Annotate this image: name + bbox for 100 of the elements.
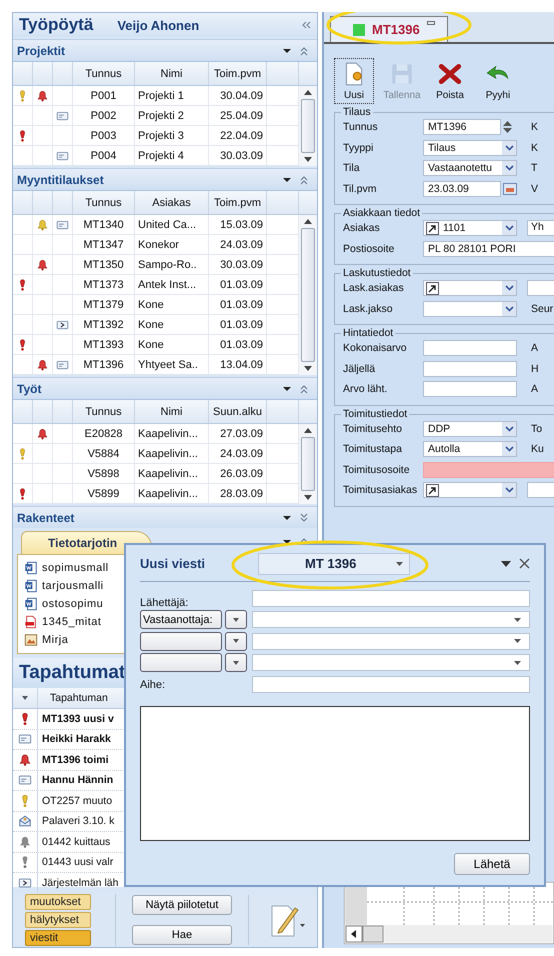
event-text[interactable]: MT1393 uusi v	[38, 712, 114, 725]
event-text[interactable]: Heikki Harakk	[38, 733, 111, 746]
scrollbar[interactable]	[299, 215, 317, 375]
column-header[interactable]: Asiakas	[152, 196, 191, 208]
dropdown-field[interactable]	[423, 280, 517, 296]
send-button[interactable]: Lähetä	[454, 852, 530, 875]
dropdown-button[interactable]	[502, 442, 516, 456]
dropdown-field[interactable]: Tilaus	[423, 140, 517, 156]
dropdown-button[interactable]	[502, 140, 516, 155]
recipient-field[interactable]	[252, 632, 530, 650]
link-icon[interactable]	[426, 282, 439, 295]
dropdown-field[interactable]: DDP	[423, 420, 517, 437]
dropdown-button[interactable]	[502, 422, 516, 436]
column-header[interactable]: Nimi	[160, 68, 182, 80]
file-name[interactable]: 1345_mitat	[42, 616, 102, 628]
link-icon[interactable]	[426, 484, 439, 497]
tray-tab[interactable]: Tietotarjotin	[21, 531, 152, 554]
dropdown-field[interactable]: Vastaanotettu	[423, 160, 517, 176]
dropdown-icon[interactable]	[283, 386, 291, 392]
event-text[interactable]: Järjestelmän läh	[38, 876, 118, 889]
input-field[interactable]	[423, 360, 517, 377]
input-field[interactable]: 23.03.09	[423, 180, 501, 197]
sort-icon[interactable]	[22, 696, 28, 700]
chevron-icon[interactable]	[299, 384, 309, 394]
event-text[interactable]: 01443 uusi valr	[38, 856, 114, 868]
dropdown-button[interactable]	[225, 632, 247, 651]
dropdown-button[interactable]	[502, 161, 516, 176]
sender-field[interactable]	[252, 590, 530, 607]
event-text[interactable]: Palaveri 3.10. k	[38, 815, 114, 828]
filter-tag[interactable]: muutokset	[25, 894, 91, 910]
dropdown-icon[interactable]	[283, 176, 291, 182]
calendar-icon[interactable]	[503, 182, 517, 195]
dropdown-button[interactable]	[225, 653, 247, 672]
dropdown-field[interactable]: Yh	[527, 220, 554, 236]
scroll-down-icon[interactable]	[304, 366, 312, 371]
input-field[interactable]: PL 80 28101 PORI	[423, 240, 554, 257]
message-body-field[interactable]	[140, 706, 530, 841]
dropdown-icon[interactable]	[283, 514, 291, 520]
file-name[interactable]: ostosopimu	[42, 598, 104, 610]
scroll-up-icon[interactable]	[304, 90, 312, 95]
event-text[interactable]: Hannu Hännin	[38, 774, 114, 786]
column-header[interactable]: Toim.pvm	[214, 196, 262, 208]
dropdown-button[interactable]	[502, 221, 516, 236]
subject-field[interactable]	[252, 676, 530, 694]
link-icon[interactable]	[426, 222, 439, 235]
scroll-up-icon[interactable]	[304, 219, 312, 224]
scrollbar[interactable]	[299, 424, 317, 504]
filter-tag[interactable]: hälytykset	[25, 912, 91, 928]
column-header[interactable]: Tunnus	[85, 406, 122, 418]
chevron-icon[interactable]	[299, 174, 309, 184]
event-text[interactable]: 01442 kuittaus	[38, 836, 110, 848]
record-dropdown[interactable]: MT 1396	[258, 552, 410, 575]
scroll-up-icon[interactable]	[304, 428, 312, 433]
column-header[interactable]: Tapahtuman	[38, 692, 108, 704]
dropdown-field[interactable]: 1101	[423, 220, 517, 236]
file-name[interactable]: sopimusmall	[42, 562, 109, 574]
delete-button[interactable]: Poista	[430, 58, 470, 104]
dropdown-field[interactable]: Autolla	[423, 441, 517, 458]
required-field[interactable]	[423, 462, 554, 478]
file-name[interactable]: tarjousmalli	[42, 580, 104, 592]
recipient-type-button[interactable]	[140, 653, 222, 672]
dropdown-button[interactable]	[502, 281, 516, 296]
spinner-icon[interactable]	[503, 120, 512, 134]
show-hidden-button[interactable]: Näytä piilotetut	[132, 895, 232, 915]
scroll-thumb[interactable]	[301, 437, 315, 491]
recipient-field[interactable]	[252, 611, 530, 628]
chevron-icon[interactable]	[299, 512, 309, 522]
recipient-field[interactable]	[252, 654, 530, 672]
dropdown-field[interactable]	[423, 482, 517, 498]
scroll-thumb[interactable]	[301, 99, 315, 153]
undo-button[interactable]: Pyyhi	[478, 58, 518, 104]
dropdown-button[interactable]	[502, 302, 516, 316]
event-text[interactable]: MT1396 toimi	[38, 754, 109, 766]
filter-tag[interactable]: viestit	[25, 930, 91, 946]
collapse-icon[interactable]	[301, 21, 311, 29]
column-header[interactable]: Suun.alku	[213, 406, 262, 418]
dropdown-icon[interactable]	[283, 48, 291, 54]
event-text[interactable]: OT2257 muuto	[38, 794, 112, 807]
scroll-down-icon[interactable]	[304, 157, 312, 162]
dropdown-button[interactable]	[502, 483, 516, 498]
scroll-down-icon[interactable]	[304, 495, 312, 500]
column-header[interactable]: Tunnus	[85, 68, 122, 80]
input-field[interactable]: MT1396	[423, 119, 501, 136]
scrollbar[interactable]	[299, 86, 317, 166]
dropdown-icon[interactable]	[283, 539, 291, 545]
recipient-type-button[interactable]: Vastaanottaja:	[140, 610, 222, 630]
column-header[interactable]: Nimi	[160, 406, 182, 418]
dropdown-field[interactable]	[423, 300, 517, 317]
input-field[interactable]	[423, 340, 517, 356]
document-tab[interactable]: MT1396	[330, 16, 448, 42]
scroll-thumb[interactable]	[301, 228, 315, 362]
column-header[interactable]: Tunnus	[85, 196, 122, 208]
recipient-type-button[interactable]	[140, 632, 222, 651]
input-field[interactable]	[423, 381, 517, 398]
column-header[interactable]: Toim.pvm	[214, 68, 262, 80]
search-button[interactable]: Hae	[132, 925, 232, 945]
file-name[interactable]: Mirja	[42, 634, 68, 646]
new-button[interactable]: Uusi	[334, 58, 374, 104]
menu-caret-icon[interactable]	[501, 560, 511, 567]
close-icon[interactable]	[519, 558, 530, 570]
